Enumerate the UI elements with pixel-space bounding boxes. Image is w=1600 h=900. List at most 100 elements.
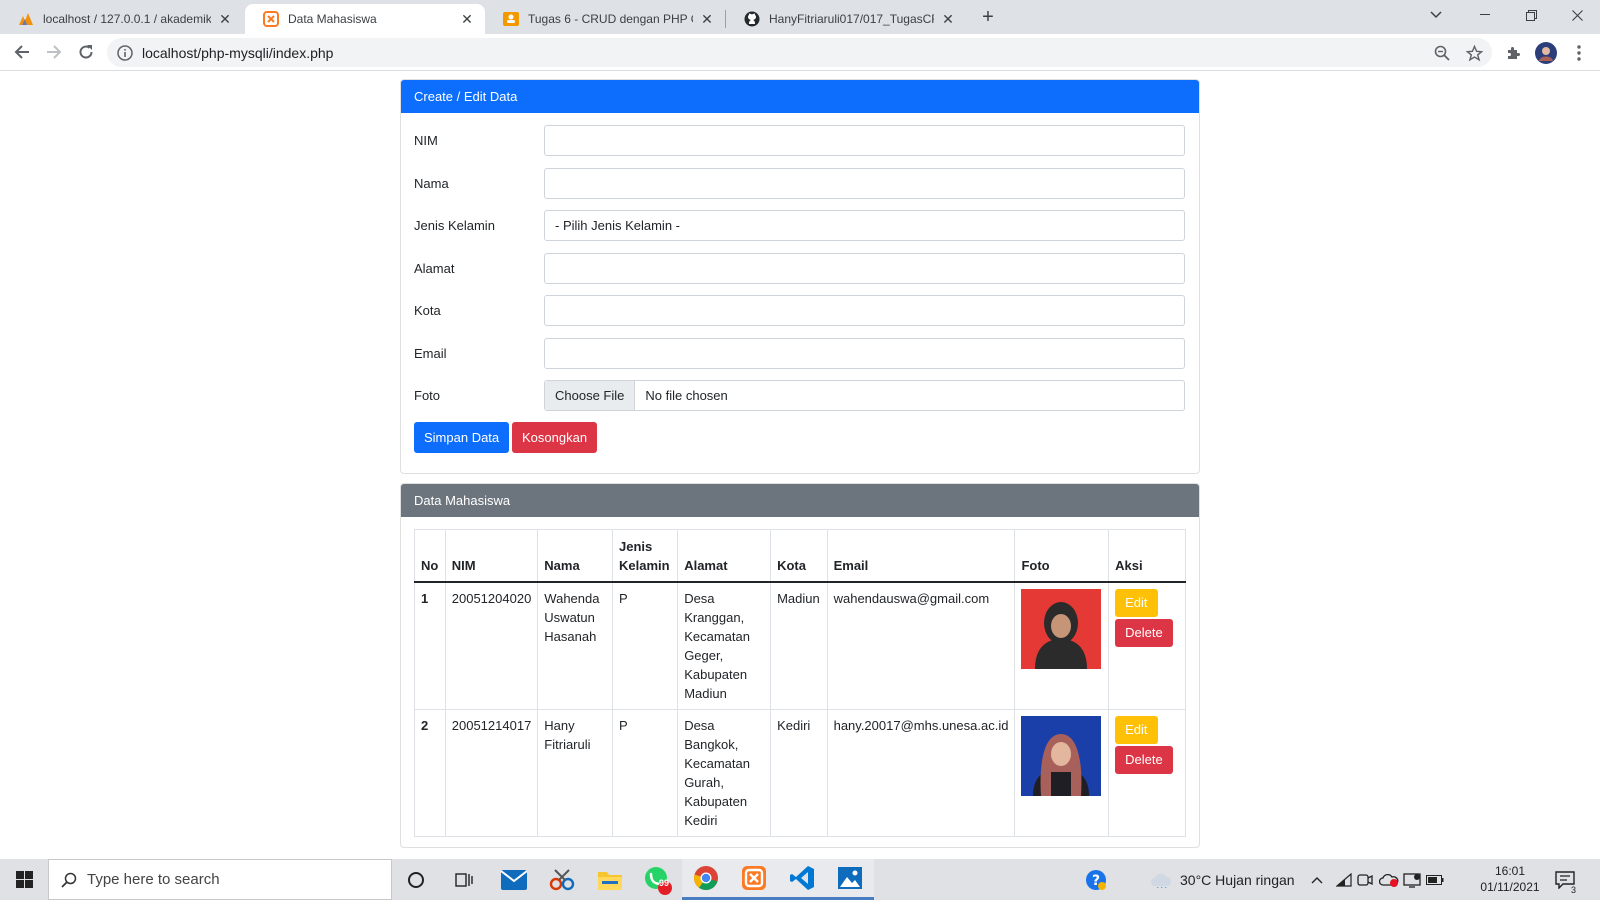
edit-button[interactable]: Edit (1115, 715, 1158, 744)
mail-icon[interactable] (490, 859, 538, 900)
close-tab-icon[interactable]: ✕ (217, 11, 233, 27)
nama-label: Nama (414, 176, 449, 191)
choose-file-button[interactable]: Choose File (545, 381, 636, 410)
restore-icon[interactable] (1508, 0, 1554, 30)
cell-nama: Wahenda Uswatun Hasanah (537, 581, 613, 710)
email-input[interactable] (544, 338, 1185, 369)
student-photo (1021, 715, 1102, 796)
email-row: Email (414, 338, 1188, 369)
tab-github[interactable]: HanyFitriaruli017/017_TugasCRUD ✕ (726, 4, 966, 34)
windows-start-icon[interactable] (0, 859, 48, 900)
col-header-foto: Foto (1014, 529, 1110, 583)
show-hidden-icons-icon[interactable] (1311, 859, 1323, 900)
foto-row: Foto Choose File No file chosen (414, 380, 1188, 411)
reload-icon[interactable] (72, 38, 100, 66)
email-label: Email (414, 346, 447, 361)
notification-center-icon[interactable]: 3 (1555, 859, 1579, 900)
delete-button[interactable]: Delete (1115, 745, 1173, 774)
nama-row: Nama (414, 168, 1188, 199)
close-tab-icon[interactable]: ✕ (699, 11, 715, 27)
browser-menu-icon[interactable] (1568, 42, 1590, 64)
url-text: localhost/php-mysqli/index.php (142, 44, 334, 61)
nama-input[interactable] (544, 168, 1185, 199)
kota-label: Kota (414, 303, 441, 318)
task-view-icon[interactable] (440, 859, 488, 900)
alamat-input[interactable] (544, 253, 1185, 284)
bookmark-star-icon[interactable] (1463, 42, 1485, 64)
close-window-icon[interactable] (1554, 0, 1600, 30)
taskbar-clock[interactable]: 16:01 01/11/2021 (1474, 863, 1546, 895)
clock-time: 16:01 (1494, 864, 1526, 878)
clock-date: 01/11/2021 (1480, 880, 1540, 894)
jenis-kelamin-label: Jenis Kelamin (414, 218, 495, 233)
chrome-icon[interactable] (682, 859, 730, 900)
taskbar-search-box[interactable]: Type here to search (48, 859, 392, 900)
file-status-text: No file chosen (645, 388, 728, 403)
battery-icon[interactable] (1426, 859, 1444, 900)
kosongkan-button[interactable]: Kosongkan (512, 422, 598, 453)
close-tab-icon[interactable]: ✕ (940, 11, 956, 27)
tab-search-icon[interactable] (1413, 0, 1459, 30)
vscode-icon[interactable] (778, 859, 826, 900)
network-icon[interactable] (1403, 859, 1421, 900)
profile-avatar[interactable] (1535, 42, 1557, 64)
weather-widget[interactable]: 30°C Hujan ringan (1150, 859, 1295, 900)
cell-foto (1014, 581, 1110, 710)
close-tab-icon[interactable]: ✕ (459, 11, 475, 27)
minimize-icon[interactable] (1462, 0, 1508, 30)
cell-alamat: Desa Kranggan, Kecamatan Geger, Kabupate… (677, 581, 772, 710)
cell-kota: Kediri (770, 708, 828, 837)
windows-taskbar: Type here to search 99 ? 30°C Hujan ring… (0, 859, 1600, 900)
meet-now-icon[interactable] (1357, 859, 1373, 900)
zoom-icon[interactable] (1431, 42, 1453, 64)
new-tab-button[interactable]: + (976, 6, 1000, 30)
tab-data-mahasiswa[interactable]: Data Mahasiswa ✕ (245, 4, 485, 34)
tab-phpmyadmin[interactable]: localhost / 127.0.0.1 / akademik / ✕ (0, 4, 243, 34)
foto-label: Foto (414, 388, 441, 403)
alamat-row: Alamat (414, 253, 1188, 284)
table-row: 2 20051214017 Hany Fitriaruli P Desa Ban… (414, 708, 1186, 837)
back-icon[interactable] (8, 38, 36, 66)
form-card-header: Create / Edit Data (401, 80, 1199, 113)
whatsapp-icon[interactable]: 99 (634, 859, 682, 900)
help-icon[interactable]: ? (1085, 859, 1107, 900)
foto-file-input[interactable]: Choose File No file chosen (544, 380, 1185, 411)
cell-jenis-kelamin: P (611, 581, 679, 710)
kota-input[interactable] (544, 295, 1185, 326)
nim-label: NIM (414, 133, 438, 148)
site-info-icon[interactable] (117, 44, 133, 61)
jenis-kelamin-row: Jenis Kelamin - Pilih Jenis Kelamin - (414, 210, 1188, 241)
classroom-icon (503, 11, 519, 27)
address-bar[interactable]: localhost/php-mysqli/index.php (107, 38, 1492, 67)
col-header-nama: Nama (537, 529, 613, 583)
extensions-icon[interactable] (1503, 42, 1525, 64)
xampp-taskbar-icon[interactable] (730, 859, 778, 900)
cell-nama: Hany Fitriaruli (537, 708, 613, 837)
onedrive-icon[interactable] (1379, 859, 1399, 900)
cortana-icon[interactable] (392, 859, 440, 900)
whatsapp-badge: 99 (659, 878, 670, 888)
data-mahasiswa-header: Data Mahasiswa (401, 484, 1199, 517)
col-header-alamat: Alamat (677, 529, 772, 583)
cell-no: 2 (414, 708, 446, 837)
edit-button[interactable]: Edit (1115, 588, 1158, 617)
delete-button[interactable]: Delete (1115, 618, 1173, 647)
col-header-nim: NIM (444, 529, 539, 583)
simpan-data-button[interactable]: Simpan Data (414, 422, 510, 453)
phpmyadmin-icon (18, 11, 34, 27)
col-header-jenis-kelamin: Jenis Kelamin (611, 529, 679, 583)
jenis-kelamin-select[interactable]: - Pilih Jenis Kelamin - (544, 210, 1185, 241)
snipping-tool-icon[interactable] (538, 859, 586, 900)
nim-input[interactable] (544, 125, 1185, 156)
search-icon (61, 872, 77, 888)
wifi-icon[interactable] (1336, 859, 1352, 900)
form-card: Create / Edit Data NIM Nama Jenis Kelami… (400, 79, 1200, 474)
col-header-kota: Kota (770, 529, 828, 583)
photos-icon[interactable] (826, 859, 874, 900)
cell-email: wahendauswa@gmail.com (826, 581, 1016, 710)
cell-nim: 20051204020 (444, 581, 539, 710)
tab-tugas-6[interactable]: Tugas 6 - CRUD dengan PHP OO ✕ (485, 4, 725, 34)
forward-icon[interactable] (40, 38, 68, 66)
file-explorer-icon[interactable] (586, 859, 634, 900)
data-mahasiswa-card: Data Mahasiswa No NIM Nama Jenis Kelamin… (400, 483, 1200, 848)
